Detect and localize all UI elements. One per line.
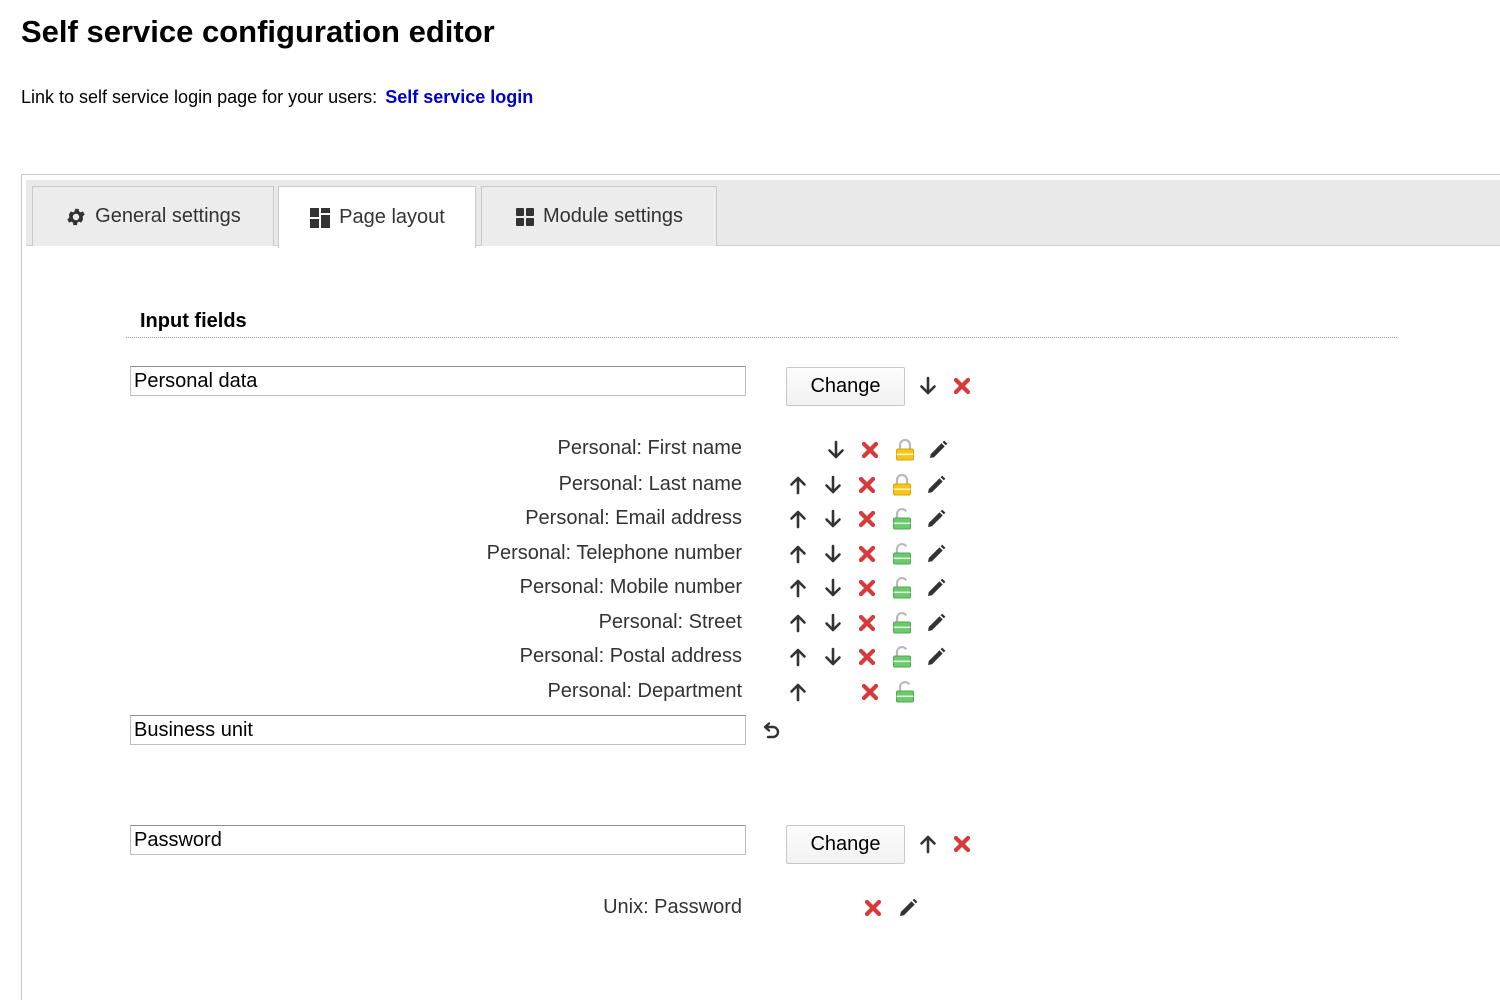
unlock-icon[interactable] — [890, 507, 914, 531]
move-down-icon[interactable] — [821, 473, 845, 497]
delete-icon[interactable] — [855, 507, 879, 531]
unlock-icon[interactable] — [893, 680, 917, 704]
edit-icon[interactable] — [896, 896, 920, 920]
move-down-icon[interactable] — [916, 374, 940, 398]
edit-icon[interactable] — [924, 611, 948, 635]
self-service-login-link[interactable]: Self service login — [385, 87, 533, 107]
group-name-input-business-unit[interactable] — [130, 715, 746, 745]
edit-icon[interactable] — [926, 438, 950, 462]
move-up-icon[interactable] — [786, 576, 810, 600]
move-up-icon[interactable] — [786, 507, 810, 531]
undo-icon[interactable] — [759, 720, 783, 744]
page-title: Self service configuration editor — [21, 14, 495, 49]
field-label: Personal: Email address — [525, 507, 742, 529]
field-label: Personal: Department — [547, 680, 742, 702]
edit-icon[interactable] — [924, 542, 948, 566]
move-up-icon[interactable] — [786, 645, 810, 669]
delete-icon[interactable] — [855, 645, 879, 669]
field-label: Personal: First name — [557, 437, 742, 459]
delete-icon[interactable] — [861, 896, 885, 920]
field-label: Personal: Telephone number — [486, 542, 742, 564]
tab-label: Module settings — [542, 205, 684, 227]
tab-general-settings[interactable]: General settings — [32, 186, 274, 246]
field-label: Personal: Postal address — [519, 645, 742, 667]
move-up-icon[interactable] — [786, 473, 810, 497]
group-name-input-password[interactable] — [130, 825, 746, 855]
edit-icon[interactable] — [924, 507, 948, 531]
editor-panel: General settings Page layout Module sett… — [21, 174, 1500, 1000]
move-down-icon[interactable] — [821, 611, 845, 635]
move-down-icon[interactable] — [821, 507, 845, 531]
tab-label: General settings — [95, 205, 241, 227]
delete-icon[interactable] — [950, 374, 974, 398]
login-link-prefix: Link to self service login page for your… — [21, 87, 378, 107]
tab-module-settings[interactable]: Module settings — [481, 186, 717, 246]
change-button[interactable]: Change — [786, 825, 905, 864]
delete-icon[interactable] — [855, 542, 879, 566]
change-button[interactable]: Change — [786, 367, 905, 406]
move-down-icon[interactable] — [824, 438, 848, 462]
tab-label: Page layout — [339, 206, 445, 228]
gear-icon — [65, 206, 87, 228]
tab-bar: General settings Page layout Module sett… — [26, 180, 1500, 248]
login-link-row: Link to self service login page for your… — [21, 87, 533, 108]
lock-icon[interactable] — [893, 438, 917, 462]
delete-icon[interactable] — [855, 576, 879, 600]
delete-icon[interactable] — [855, 473, 879, 497]
field-label: Personal: Street — [598, 611, 742, 633]
field-label: Personal: Last name — [558, 473, 742, 495]
move-up-icon[interactable] — [786, 680, 810, 704]
divider — [126, 337, 1397, 338]
delete-icon[interactable] — [858, 680, 882, 704]
group-name-input-personal-data[interactable] — [130, 366, 746, 396]
edit-icon[interactable] — [924, 645, 948, 669]
unlock-icon[interactable] — [890, 611, 914, 635]
edit-icon[interactable] — [924, 473, 948, 497]
delete-icon[interactable] — [858, 438, 882, 462]
move-down-icon[interactable] — [821, 576, 845, 600]
lock-icon[interactable] — [890, 473, 914, 497]
move-up-icon[interactable] — [786, 542, 810, 566]
move-down-icon[interactable] — [821, 542, 845, 566]
unlock-icon[interactable] — [890, 645, 914, 669]
unlock-icon[interactable] — [890, 542, 914, 566]
input-fields-heading: Input fields — [140, 310, 247, 332]
layout-icon — [309, 207, 331, 229]
move-up-icon[interactable] — [916, 832, 940, 856]
unlock-icon[interactable] — [890, 576, 914, 600]
delete-icon[interactable] — [855, 611, 879, 635]
field-label: Personal: Mobile number — [519, 576, 742, 598]
move-up-icon[interactable] — [786, 611, 810, 635]
edit-icon[interactable] — [924, 576, 948, 600]
move-down-icon[interactable] — [821, 645, 845, 669]
delete-icon[interactable] — [950, 832, 974, 856]
modules-icon — [515, 207, 535, 227]
tab-page-layout[interactable]: Page layout — [278, 186, 476, 248]
field-label: Unix: Password — [603, 896, 742, 918]
